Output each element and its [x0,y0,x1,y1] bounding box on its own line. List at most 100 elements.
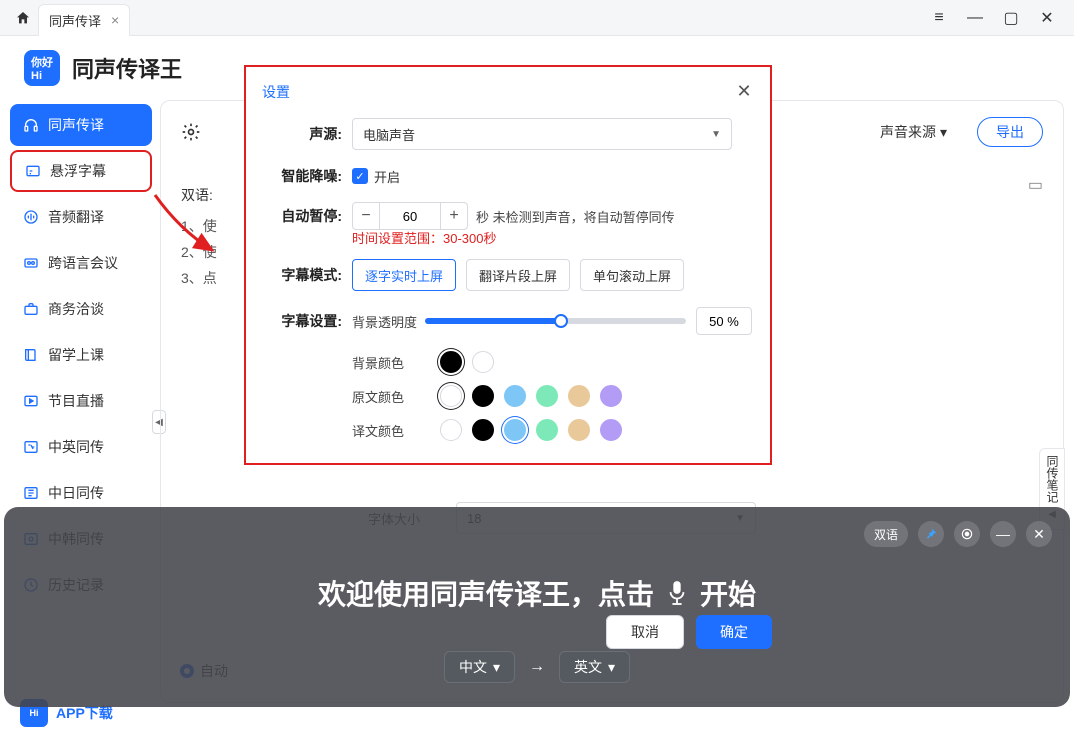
overlay-welcome-text: 欢迎使用同声传译王，点击 开始 [4,573,1070,613]
app-logo-icon: 你好Hi [24,50,60,86]
bilingual-label: 双语: [181,185,213,205]
stepper-minus-button[interactable]: − [352,202,380,230]
source-label: 声源: [264,124,342,144]
swatch-black[interactable] [440,351,462,373]
target-icon[interactable] [954,521,980,547]
settings-dialog: 设置 ✕ 声源: 电脑声音 ▼ 智能降噪: ✓ 开启 自动暂停: − 60 + … [244,65,772,465]
swatch-black[interactable] [472,385,494,407]
nav-audio-translate[interactable]: 音频翻译 [10,196,152,238]
nav-label: 商务洽谈 [48,299,104,319]
layout-icon[interactable]: ▭ [1028,175,1043,195]
chevron-down-icon: ▾ [940,124,947,141]
nav-live[interactable]: 节目直播 [10,380,152,422]
dialog-close-icon[interactable]: ✕ [734,81,754,102]
nav-label: 中日同传 [48,483,104,503]
swatch-blue[interactable] [504,385,526,407]
opacity-value: 50 % [696,307,752,335]
orig-color-label: 原文颜色 [352,387,430,406]
translate-icon [22,484,40,502]
gear-icon[interactable] [181,122,201,142]
nav-study-class[interactable]: 留学上课 [10,334,152,376]
swatch-tan[interactable] [568,419,590,441]
bg-opacity-label: 背景透明度 [352,312,417,331]
caret-down-icon: ▾ [608,659,615,676]
briefcase-icon [22,300,40,318]
orig-color-swatches [440,385,622,407]
denoise-checkbox[interactable]: ✓ [352,168,368,184]
titlebar: 同声传译 × ≡ — ▢ ✕ [0,0,1074,36]
swap-icon[interactable]: → [529,658,545,676]
headphones-icon [22,116,40,134]
swatch-green[interactable] [536,419,558,441]
nav-label: 中英同传 [48,437,104,457]
nav-floating-subtitle[interactable]: 悬浮字幕 [10,150,152,192]
swatch-tan[interactable] [568,385,590,407]
language-bar: 中文 ▾ → 英文 ▾ [444,651,630,683]
swatch-white[interactable] [472,351,494,373]
minimize-overlay-icon[interactable]: — [990,521,1016,547]
side-notes-label: 同传笔记 [1044,455,1060,503]
bg-color-swatches [440,351,494,373]
autopause-value[interactable]: 60 [380,202,440,230]
autopause-hint: 秒 未检测到声音，将自动暂停同传 [476,207,675,226]
stepper-plus-button[interactable]: + [440,202,468,230]
slider-thumb[interactable] [554,314,568,328]
translate-icon [22,438,40,456]
dialog-footer: 取消 确定 [244,615,772,649]
play-icon [22,392,40,410]
trans-color-swatches [440,419,622,441]
close-overlay-icon[interactable]: ✕ [1026,521,1052,547]
app-title: 同声传译王 [72,52,182,84]
nav-label: 同声传译 [48,115,104,135]
autopause-stepper: − 60 + [352,202,468,230]
swatch-purple[interactable] [600,419,622,441]
bg-color-label: 背景颜色 [352,353,430,372]
caret-down-icon: ▾ [493,659,500,676]
window-controls: ≡ — ▢ ✕ [920,7,1066,29]
maximize-icon[interactable]: ▢ [1000,7,1022,29]
home-icon[interactable] [14,9,32,27]
mode-segment-button[interactable]: 翻译片段上屏 [466,259,570,291]
lang-from-label: 中文 [459,657,487,677]
swatch-black[interactable] [472,419,494,441]
nav-simultaneous[interactable]: 同声传译 [10,104,152,146]
tab-simultaneous[interactable]: 同声传译 × [38,4,130,36]
ok-button[interactable]: 确定 [696,615,772,649]
mode-scroll-button[interactable]: 单句滚动上屏 [580,259,684,291]
lang-from-select[interactable]: 中文 ▾ [444,651,515,683]
source-value: 电脑声音 [363,125,415,144]
nav-cn-en[interactable]: 中英同传 [10,426,152,468]
tab-label: 同声传译 [49,11,101,30]
nav-label: 悬浮字幕 [50,161,106,181]
subtitle-set-label: 字幕设置: [264,311,342,331]
swatch-white[interactable] [440,419,462,441]
meeting-icon [22,254,40,272]
sound-source-dropdown[interactable]: 声音来源▾ [880,122,947,142]
swatch-white[interactable] [440,385,462,407]
swatch-green[interactable] [536,385,558,407]
subtitle-icon [24,162,42,180]
minimize-icon[interactable]: — [964,7,986,29]
pin-icon[interactable] [918,521,944,547]
export-button[interactable]: 导出 [977,117,1043,147]
lang-to-label: 英文 [574,657,602,677]
audio-icon [22,208,40,226]
source-select[interactable]: 电脑声音 ▼ [352,118,732,150]
swatch-purple[interactable] [600,385,622,407]
lang-to-select[interactable]: 英文 ▾ [559,651,630,683]
bilingual-chip[interactable]: 双语 [864,521,908,547]
denoise-label: 智能降噪: [264,166,342,186]
mode-realtime-button[interactable]: 逐字实时上屏 [352,259,456,291]
close-icon[interactable]: ✕ [1036,7,1058,29]
nav-label: 节目直播 [48,391,104,411]
menu-icon[interactable]: ≡ [928,7,950,29]
cancel-button[interactable]: 取消 [606,615,684,649]
nav-label: 留学上课 [48,345,104,365]
autopause-range-hint: 时间设置范围：30-300秒 [352,228,752,247]
opacity-slider[interactable] [425,318,686,324]
nav-business[interactable]: 商务洽谈 [10,288,152,330]
nav-crosslang-meeting[interactable]: 跨语言会议 [10,242,152,284]
swatch-blue[interactable] [504,419,526,441]
tab-close-icon[interactable]: × [111,12,119,28]
nav-label: 音频翻译 [48,207,104,227]
